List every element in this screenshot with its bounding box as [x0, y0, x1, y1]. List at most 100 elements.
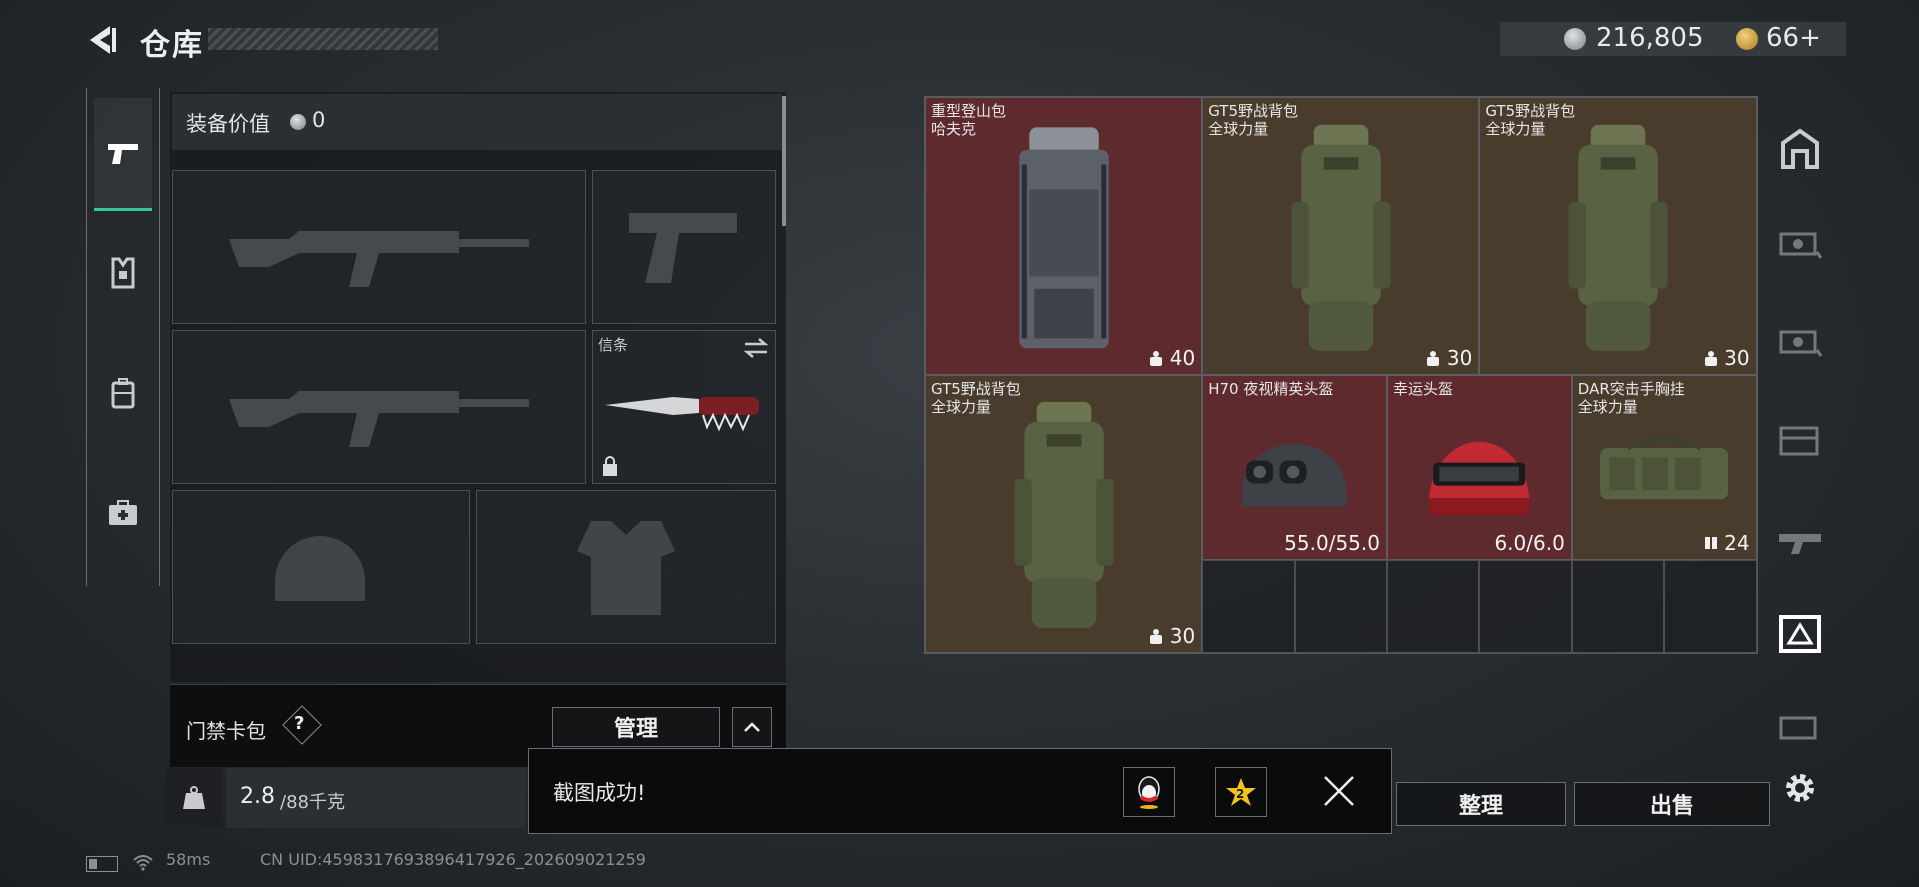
silver-amount: 216,805 [1596, 23, 1704, 53]
weight-max: /88千克 [280, 792, 345, 813]
silver-coin-icon [290, 114, 306, 130]
item-name: GT5野战背包 [1485, 102, 1576, 120]
qq-share-button[interactable] [1123, 767, 1175, 817]
close-icon[interactable] [1321, 773, 1357, 809]
inventory-item[interactable]: H70 夜视精英头盔 55.0/55.0 [1202, 374, 1387, 560]
item-faction: 全球力量 [1485, 120, 1546, 138]
organize-button[interactable]: 整理 [1396, 782, 1566, 826]
grid-cell[interactable] [1571, 560, 1665, 653]
pistol-silhouette-icon [629, 213, 737, 283]
item-stat: 40 [1169, 345, 1196, 370]
storage-tab-1-icon[interactable] [1774, 216, 1826, 268]
pistol-icon [108, 144, 138, 164]
uid-text: CN UID:4598317693896417926_202609021259 [260, 850, 646, 869]
page-title: 仓库 [140, 28, 204, 63]
nav-armor[interactable] [94, 218, 152, 328]
nav-medkit[interactable] [94, 458, 152, 568]
qq-penguin-icon [1138, 776, 1160, 809]
gold-coin-icon [1736, 28, 1758, 50]
equipment-scrollbar[interactable] [782, 96, 786, 226]
knife-icon [605, 397, 759, 432]
chevron-up-icon [744, 722, 760, 732]
grid-cell[interactable] [1664, 560, 1757, 653]
grid-cell[interactable] [1294, 560, 1387, 653]
melee-slot-label: 信条 [598, 336, 629, 354]
medkit-icon [109, 500, 137, 525]
svg-text:2: 2 [1236, 787, 1244, 801]
storage-tab-4-icon[interactable] [1774, 510, 1826, 562]
item-name: 幸运头盔 [1393, 379, 1454, 398]
item-faction: 哈夫克 [931, 120, 977, 138]
equipment-value: 0 [312, 108, 326, 132]
sell-button[interactable]: 出售 [1574, 782, 1770, 826]
battery-icon [86, 856, 118, 872]
backpack-icon [111, 378, 135, 409]
nav-weapons[interactable] [94, 98, 152, 211]
primary-weapon-slot[interactable] [172, 170, 586, 324]
inventory-item[interactable]: 重型登山包 哈夫克 40 [925, 97, 1203, 375]
currency-bar: 216,805 66+ [1500, 22, 1846, 56]
armor-slot[interactable] [476, 490, 776, 644]
weight-current: 2.8 [240, 784, 275, 809]
secondary-weapon-slot[interactable] [172, 330, 586, 484]
capacity-icon [1704, 350, 1718, 366]
weight-icon-box [166, 768, 222, 828]
help-icon-glyph: ? [294, 713, 305, 734]
capacity-icon [1149, 350, 1163, 366]
inventory-item[interactable]: 幸运头盔 6.0/6.0 [1387, 374, 1572, 560]
settings-gear-icon[interactable] [1774, 762, 1826, 814]
toast-notification: 截图成功! 2 [528, 748, 1392, 834]
helmet-silhouette-icon [275, 536, 365, 601]
storage-tab-2-icon[interactable] [1774, 314, 1826, 366]
inventory-item[interactable]: GT5野战背包 全球力量 30 [1202, 97, 1480, 375]
helmet-slot[interactable] [172, 490, 470, 644]
category-nav [86, 88, 160, 586]
inventory-item[interactable]: DAR突击手胸挂 全球力量 24 [1571, 374, 1757, 560]
inventory-item[interactable]: GT5野战背包 全球力量 30 [925, 374, 1203, 653]
grid-cell[interactable] [1202, 560, 1295, 653]
storage-tab-3-icon[interactable] [1774, 412, 1826, 464]
grid-cell[interactable] [1479, 560, 1572, 653]
item-faction: 全球力量 [1577, 397, 1638, 416]
qzone-share-button[interactable]: 2 [1215, 767, 1267, 817]
gold-amount[interactable]: 66+ [1766, 23, 1821, 53]
melee-slot[interactable]: 信条 [592, 330, 776, 484]
item-name: DAR突击手胸挂 [1577, 379, 1685, 398]
weight-icon [183, 786, 205, 809]
item-name: 重型登山包 [931, 102, 1007, 120]
storage-nav [1766, 100, 1834, 802]
pistol-slot[interactable] [592, 170, 776, 324]
inventory-item[interactable]: GT5野战背包 全球力量 30 [1479, 97, 1757, 375]
nav-backpack[interactable] [94, 338, 152, 448]
rifle-silhouette-icon [229, 231, 529, 287]
card-pack-label: 门禁卡包 [186, 719, 266, 743]
storage-home-icon[interactable] [1774, 122, 1826, 174]
backpack-icon [987, 392, 1141, 640]
collapse-button[interactable] [732, 707, 772, 747]
manage-button[interactable]: 管理 [552, 707, 720, 747]
item-stat: 55.0/55.0 [1284, 530, 1380, 555]
grid-cell[interactable] [1387, 560, 1480, 653]
back-icon[interactable] [84, 22, 120, 58]
swap-icon[interactable] [743, 337, 769, 359]
capacity-icon [1426, 350, 1440, 366]
nvg-helmet-icon [1221, 416, 1367, 526]
item-stat: 30 [1446, 345, 1473, 370]
item-name: H70 夜视精英头盔 [1208, 379, 1334, 398]
weight-bar: 2.8 /88千克 [226, 768, 526, 828]
qzone-star-icon: 2 [1226, 778, 1256, 806]
item-stat: 6.0/6.0 [1494, 530, 1565, 555]
backpack-heavy-icon [987, 115, 1141, 363]
backpack-icon [1264, 115, 1418, 363]
silver-coin-icon [1564, 28, 1586, 50]
storage-tab-active-icon[interactable] [1774, 608, 1826, 660]
storage-tab-6-icon[interactable] [1774, 700, 1826, 752]
item-name: GT5野战背包 [931, 379, 1021, 398]
slots-icon [1704, 535, 1718, 551]
wifi-icon [133, 855, 153, 871]
lock-icon [603, 456, 617, 476]
equipment-value-label: 装备价值 [186, 112, 270, 136]
chest-rig-icon [1591, 416, 1737, 526]
rifle-silhouette-icon [229, 391, 529, 447]
vest-silhouette-icon [577, 521, 675, 615]
